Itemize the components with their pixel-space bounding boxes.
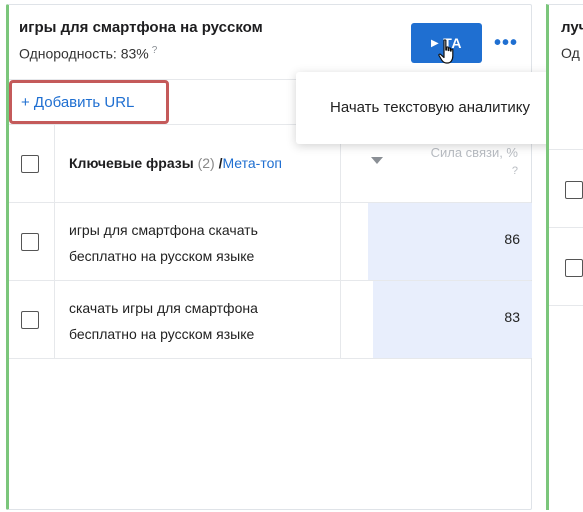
next-cluster-title: луч	[561, 19, 583, 36]
cluster-title: игры для смартфона на русском	[19, 19, 263, 36]
phrases-table: Ключевые фразы (2) /Мета-топ Сила связи,…	[9, 125, 532, 359]
homogeneity: Однородность: 83%?	[19, 45, 157, 62]
ta-dropdown-menu: Начать текстовую аналитику	[296, 72, 583, 144]
score-cell: 86	[341, 203, 532, 280]
divider	[549, 149, 583, 150]
help-icon[interactable]: ?	[152, 45, 158, 56]
table-row: игры для смартфона скачать бесплатно на …	[9, 203, 532, 281]
add-url-highlight	[9, 80, 169, 124]
row-checkbox[interactable]	[21, 233, 39, 251]
phrase-cell: игры для смартфона скачать бесплатно на …	[55, 203, 341, 280]
table-row: скачать игры для смартфона бесплатно на …	[9, 281, 532, 359]
row-checkbox[interactable]	[21, 311, 39, 329]
select-all-checkbox[interactable]	[21, 155, 39, 173]
divider	[549, 227, 583, 228]
score-cell: 83	[341, 281, 532, 358]
score-help-icon[interactable]: ?	[512, 165, 518, 177]
phrase-cell: скачать игры для смартфона бесплатно на …	[55, 281, 341, 358]
next-cluster-homogeneity: Од	[561, 45, 580, 61]
next-cluster-card: луч Од	[546, 4, 583, 510]
hand-cursor-icon	[438, 39, 454, 64]
header-check-cell	[9, 125, 55, 202]
row-check-cell	[9, 281, 55, 358]
row-check-cell	[9, 203, 55, 280]
more-icon[interactable]: •••	[494, 33, 518, 53]
score-column-label: Сила связи, %	[430, 145, 518, 160]
row-checkbox[interactable]	[565, 181, 583, 199]
row-checkbox[interactable]	[565, 259, 583, 277]
sort-desc-icon[interactable]	[371, 157, 383, 164]
score-value: 83	[504, 309, 520, 325]
menu-item-start-text-analytics[interactable]: Начать текстовую аналитику	[330, 99, 530, 116]
cluster-header: игры для смартфона на русском Однороднос…	[9, 5, 531, 79]
homogeneity-label: Однородность: 83%	[19, 45, 149, 62]
divider	[549, 305, 583, 306]
score-value: 86	[504, 231, 520, 247]
